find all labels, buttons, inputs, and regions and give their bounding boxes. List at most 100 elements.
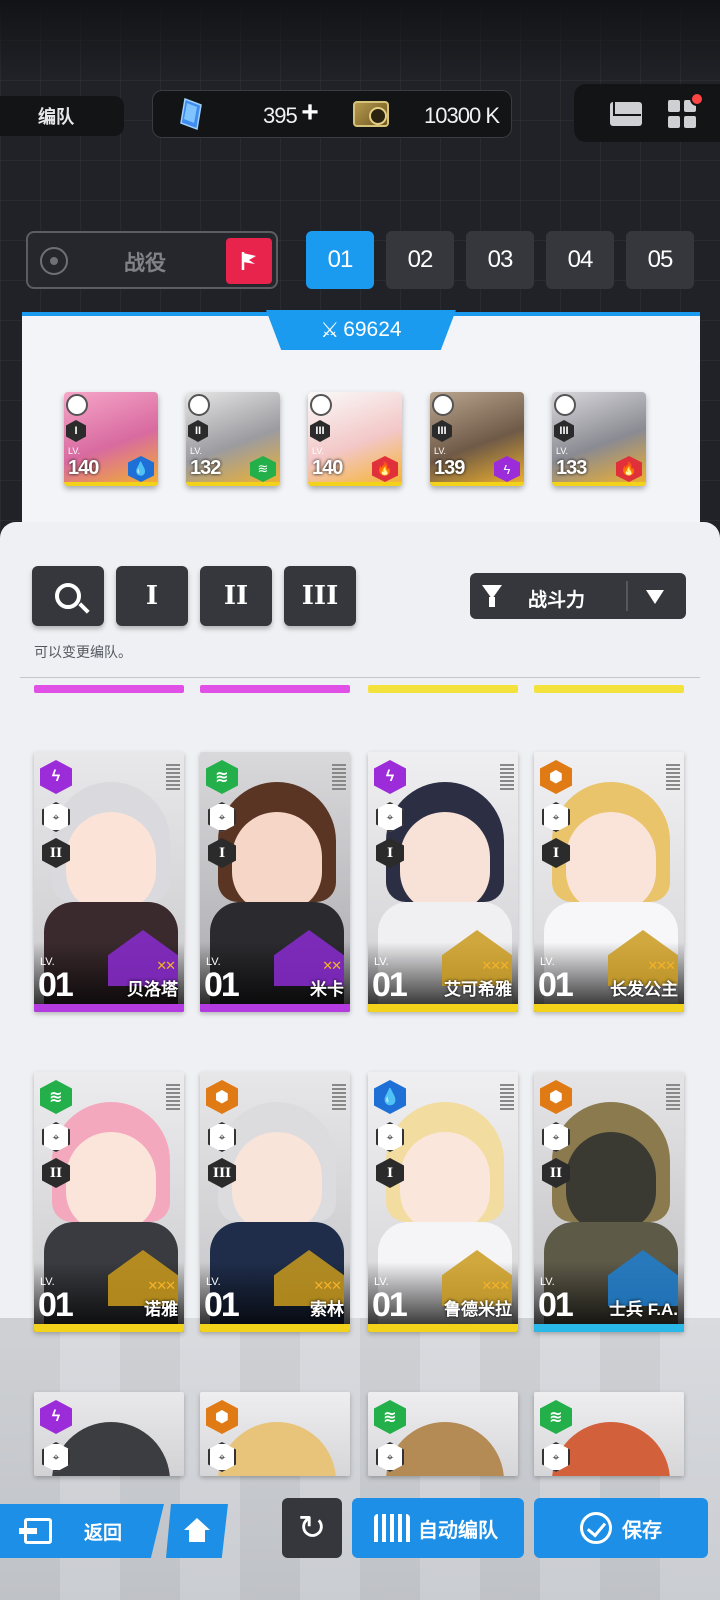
character-level: 01 [38, 966, 74, 1004]
search-icon [55, 583, 81, 609]
squad-slot-1[interactable]: I LV. 140 💧 [64, 392, 158, 486]
team-tab-04[interactable]: 04 [546, 231, 614, 289]
auto-team-button[interactable]: 自动编队 [352, 1498, 524, 1558]
rarity-bar [534, 1324, 684, 1332]
character-name: 艾可希雅 [444, 980, 512, 999]
character-card-soldier-fa[interactable]: ⬢ ⌖ II LV. 01 士兵 F.A. [534, 1072, 684, 1332]
squad-level: 140 [68, 457, 99, 479]
auto-team-label: 自动编队 [418, 1519, 498, 1542]
filter-burst-3[interactable]: III [284, 566, 356, 626]
squad-level: 140 [312, 457, 343, 479]
sort-dropdown[interactable]: 战斗力 [470, 573, 686, 619]
exit-icon [19, 1518, 52, 1544]
character-level: 01 [538, 1286, 574, 1324]
level-tag: LV. [434, 446, 447, 456]
character-card-partial[interactable]: ≋ ⌖ [534, 1392, 684, 1476]
star-rating: ✕✕✕ [313, 1278, 342, 1293]
flag-button[interactable] [226, 238, 272, 284]
chevron-down-icon [646, 590, 664, 604]
team-tab-02[interactable]: 02 [386, 231, 454, 289]
squad-slot-4[interactable]: III LV. 139 ϟ [430, 392, 524, 486]
check-icon [580, 1512, 612, 1544]
character-card-mika[interactable]: ≋ ⌖ I ✕✕ LV. 01 米卡 [200, 752, 350, 1012]
rarity-bar [34, 1004, 184, 1012]
squad-level: 133 [556, 457, 587, 479]
rarity-bar [200, 1004, 350, 1012]
back-button[interactable]: 返回 [0, 1504, 164, 1558]
character-name: 诺雅 [144, 1300, 178, 1319]
team-tab-01[interactable]: 01 [306, 231, 374, 289]
character-name: 贝洛塔 [127, 980, 178, 999]
refresh-icon: ↻ [297, 1509, 327, 1547]
save-label: 保存 [622, 1519, 662, 1542]
rarity-bar [368, 1004, 518, 1012]
character-card-belorta[interactable]: ϟ ⌖ II ✕✕ LV. 01 贝洛塔 [34, 752, 184, 1012]
star-rating: ✕✕✕ [147, 1278, 176, 1293]
credit-count: 10300 K [424, 103, 500, 128]
star-rating: ✕✕✕ [647, 958, 676, 973]
squad-level: 139 [434, 457, 465, 479]
auto-team-icon [374, 1514, 410, 1542]
combat-power-value: 69624 [343, 318, 402, 341]
character-card-echidna[interactable]: ϟ ⌖ I ✕✕✕ LV. 01 艾可希雅 [368, 752, 518, 1012]
weapon-icon [554, 394, 576, 416]
weapon-icon [188, 394, 210, 416]
filter-funnel-icon [482, 585, 502, 607]
back-label: 返回 [84, 1522, 123, 1544]
list-item-strip [200, 685, 350, 693]
list-item-strip [368, 685, 518, 693]
notification-dot [690, 92, 704, 106]
character-name: 鲁德米拉 [444, 1300, 512, 1319]
character-card-partial[interactable]: ϟ ⌖ [34, 1392, 184, 1476]
squad-slot-3[interactable]: III LV. 140 🔥 [308, 392, 402, 486]
character-name: 米卡 [310, 980, 344, 999]
level-tag: LV. [68, 446, 81, 456]
character-level: 01 [38, 1286, 74, 1324]
star-rating: ✕✕ [156, 958, 176, 973]
campaign-selector[interactable]: 战役 [26, 231, 278, 289]
weapon-icon [66, 394, 88, 416]
mail-icon[interactable] [610, 102, 642, 126]
character-card-ludmilla[interactable]: 💧 ⌖ I ✕✕✕ LV. 01 鲁德米拉 [368, 1072, 518, 1332]
squad-level: 132 [190, 457, 221, 479]
character-level: 01 [372, 1286, 408, 1324]
squad-slot-5[interactable]: III LV. 133 🔥 [552, 392, 646, 486]
credit-icon [353, 101, 389, 127]
character-card-noah[interactable]: ≋ ⌖ II ✕✕✕ LV. 01 诺雅 [34, 1072, 184, 1332]
team-tab-05[interactable]: 05 [626, 231, 694, 289]
star-rating: ✕✕✕ [481, 958, 510, 973]
character-level: 01 [372, 966, 408, 1004]
divider [626, 581, 628, 611]
list-item-strip [534, 685, 684, 693]
top-right-menu [574, 84, 720, 142]
level-tag: LV. [190, 446, 203, 456]
squad-slot-2[interactable]: II LV. 132 ≋ [186, 392, 280, 486]
character-card-rapunzel[interactable]: ⬢ ⌖ I ✕✕✕ LV. 01 长发公主 [534, 752, 684, 1012]
character-level: 01 [204, 966, 240, 1004]
rarity-bar [34, 1324, 184, 1332]
filter-burst-1[interactable]: I [116, 566, 188, 626]
currency-bar: 395 + 10300 K [152, 90, 512, 138]
squad-panel: ⚔ 69624 I LV. 140 💧 II LV. 132 ≋ III LV.… [22, 310, 700, 528]
gem-count: 395 [263, 103, 298, 128]
home-button[interactable] [166, 1504, 228, 1558]
team-tab-03[interactable]: 03 [466, 231, 534, 289]
list-item-strip [34, 685, 184, 693]
level-tag: LV. [312, 446, 325, 456]
level-tag: LV. [556, 446, 569, 456]
character-level: 01 [538, 966, 574, 1004]
reset-button[interactable]: ↻ [282, 1498, 342, 1558]
character-card-partial[interactable]: ≋ ⌖ [368, 1392, 518, 1476]
rarity-bar [200, 1324, 350, 1332]
character-card-partial[interactable]: ⬢ ⌖ [200, 1392, 350, 1476]
character-card-soline[interactable]: ⬢ ⌖ III ✕✕✕ LV. 01 索林 [200, 1072, 350, 1332]
character-level: 01 [204, 1286, 240, 1324]
search-button[interactable] [32, 566, 104, 626]
home-icon [184, 1518, 210, 1542]
star-rating: ✕✕✕ [481, 1278, 510, 1293]
filter-burst-2[interactable]: II [200, 566, 272, 626]
weapon-icon [310, 394, 332, 416]
save-button[interactable]: 保存 [534, 1498, 708, 1558]
add-gems-button[interactable]: + [297, 97, 323, 131]
rarity-bar [368, 1324, 518, 1332]
